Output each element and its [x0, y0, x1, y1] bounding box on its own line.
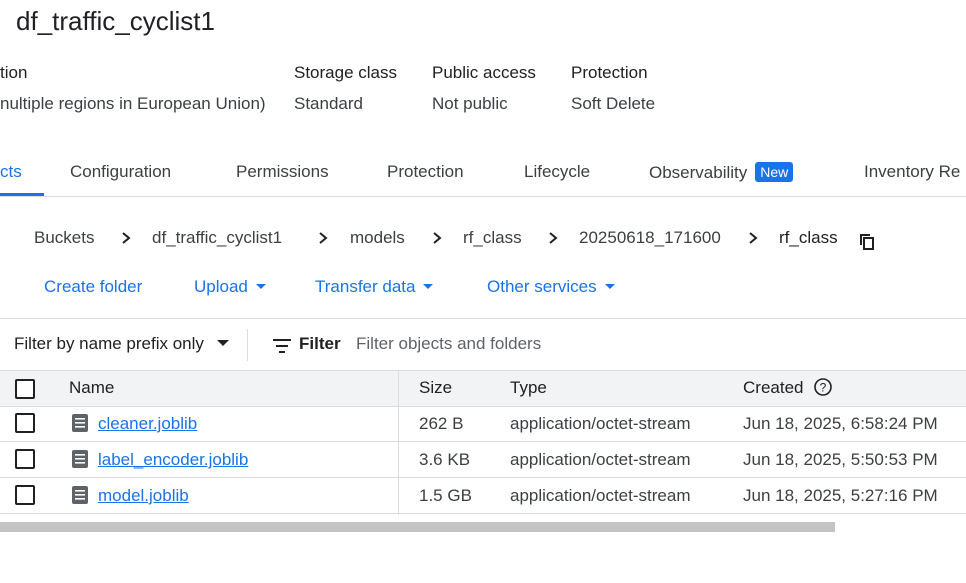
horizontal-scrollbar[interactable]	[0, 522, 835, 532]
filter-icon	[273, 339, 291, 353]
filter-input[interactable]: Filter objects and folders	[356, 334, 541, 354]
header-size[interactable]: Size	[419, 378, 452, 398]
breadcrumb-models[interactable]: models	[350, 228, 405, 248]
header-type[interactable]: Type	[510, 378, 547, 398]
file-icon	[72, 450, 88, 468]
file-type: application/octet-stream	[510, 450, 691, 469]
tab-observability-label: Observability	[649, 163, 748, 182]
column-divider	[398, 370, 399, 515]
breadcrumb-buckets[interactable]: Buckets	[34, 228, 94, 248]
breadcrumb-bucket[interactable]: df_traffic_cyclist1	[152, 228, 282, 248]
other-services-button[interactable]: Other services	[487, 277, 615, 297]
location-label: tion	[0, 63, 28, 82]
tab-permissions[interactable]: Permissions	[236, 162, 329, 182]
file-icon	[72, 486, 88, 504]
chevron-right-icon	[749, 232, 758, 244]
transfer-data-button[interactable]: Transfer data	[315, 277, 434, 297]
chevron-right-icon	[319, 232, 328, 244]
public-access-value: Not public	[432, 94, 508, 113]
active-tab-indicator	[0, 193, 44, 196]
create-folder-button[interactable]: Create folder	[44, 277, 142, 297]
tab-inventory-reports[interactable]: Inventory Re	[864, 162, 960, 182]
header-created-label: Created	[743, 378, 804, 397]
upload-button[interactable]: Upload	[194, 277, 266, 297]
public-access-label: Public access	[432, 63, 536, 82]
file-type: application/octet-stream	[510, 486, 691, 505]
help-icon[interactable]: ?	[814, 378, 833, 396]
file-created: Jun 18, 2025, 6:58:24 PM	[743, 414, 938, 433]
file-size: 262 B	[419, 414, 464, 433]
transfer-data-label: Transfer data	[315, 277, 416, 296]
other-services-label: Other services	[487, 277, 597, 296]
storage-class-value: Standard	[294, 94, 363, 113]
tab-observability[interactable]: Observability New	[649, 162, 794, 183]
breadcrumb-current: rf_class	[779, 228, 838, 247]
caret-down-icon	[255, 284, 266, 289]
file-icon	[72, 414, 88, 432]
tab-protection[interactable]: Protection	[387, 162, 464, 182]
row-checkbox[interactable]	[15, 413, 35, 433]
header-created[interactable]: Created ?	[743, 378, 833, 398]
row-checkbox[interactable]	[15, 449, 35, 469]
breadcrumb-timestamp[interactable]: 20250618_171600	[579, 228, 721, 248]
chevron-right-icon	[122, 232, 131, 244]
page-title: df_traffic_cyclist1	[16, 6, 215, 36]
protection-value: Soft Delete	[571, 94, 656, 113]
header-name[interactable]: Name	[69, 378, 114, 398]
file-created: Jun 18, 2025, 5:27:16 PM	[743, 486, 938, 505]
chevron-right-icon	[433, 232, 442, 244]
file-size: 1.5 GB	[419, 486, 472, 505]
table-row[interactable]: model.joblib 1.5 GB application/octet-st…	[0, 478, 966, 514]
file-created: Jun 18, 2025, 5:50:53 PM	[743, 450, 938, 469]
tab-configuration[interactable]: Configuration	[70, 162, 171, 182]
caret-down-icon	[604, 284, 615, 289]
upload-label: Upload	[194, 277, 248, 296]
filter-mode-label: Filter by name prefix only	[14, 334, 204, 353]
new-badge: New	[755, 162, 794, 182]
table-row[interactable]: label_encoder.joblib 3.6 KB application/…	[0, 442, 966, 478]
svg-text:?: ?	[820, 381, 827, 395]
filter-label: Filter	[299, 334, 341, 353]
protection-label: Protection	[571, 63, 648, 82]
file-type: application/octet-stream	[510, 414, 691, 433]
chevron-right-icon	[549, 232, 558, 244]
table-header: Name Size Type Created ?	[0, 370, 966, 407]
table-row[interactable]: cleaner.joblib 262 B application/octet-s…	[0, 406, 966, 442]
file-name-link[interactable]: label_encoder.joblib	[98, 450, 248, 470]
divider	[247, 329, 248, 361]
copy-icon[interactable]	[859, 232, 877, 252]
tab-bar: cts Configuration Permissions Protection…	[0, 150, 966, 197]
tab-lifecycle[interactable]: Lifecycle	[524, 162, 590, 182]
tab-objects[interactable]: cts	[0, 162, 22, 182]
filter-mode-select[interactable]: Filter by name prefix only	[14, 334, 229, 354]
breadcrumb-rf-class[interactable]: rf_class	[463, 228, 522, 248]
select-all-checkbox[interactable]	[15, 379, 35, 399]
file-name-link[interactable]: cleaner.joblib	[98, 414, 197, 434]
file-size: 3.6 KB	[419, 450, 471, 469]
file-name-link[interactable]: model.joblib	[98, 486, 189, 506]
location-value: nultiple regions in European Union)	[0, 94, 266, 113]
filter-bar: Filter by name prefix only Filter Filter…	[0, 318, 966, 371]
caret-down-icon	[216, 340, 229, 346]
storage-class-label: Storage class	[294, 63, 397, 82]
row-checkbox[interactable]	[15, 485, 35, 505]
caret-down-icon	[423, 284, 434, 289]
